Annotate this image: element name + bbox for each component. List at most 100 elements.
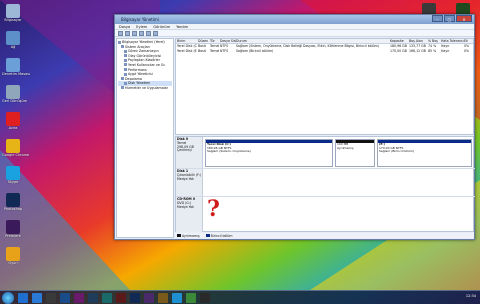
- menu-file[interactable]: Dosya: [119, 24, 130, 29]
- disk-info: CD-ROM 0 DVD (G:) Medya Yok: [176, 197, 203, 232]
- tree-node-icon: [124, 81, 127, 85]
- desktop-icon[interactable]: Photoshop: [2, 193, 24, 211]
- desktop-icon-label: Oyun: [8, 261, 18, 265]
- disk-status: Çevrimiçi: [177, 148, 192, 153]
- desktop-icon-label: Premiere: [5, 234, 21, 238]
- desktop-icon[interactable]: Avira: [2, 112, 24, 130]
- desktop-icon[interactable]: Premiere: [2, 220, 24, 238]
- refresh-icon[interactable]: [153, 30, 158, 36]
- partition-e[interactable]: (E:) 170,00 GB NTFS Sağlam (Birincil böl…: [377, 139, 472, 167]
- desktop-icon-label: Bilgisayar: [4, 18, 22, 22]
- partition-unallocated[interactable]: 100 MB Ayrılmamış: [335, 139, 375, 167]
- app-icon: [6, 31, 20, 45]
- legend-item: Ayrılmamış: [177, 234, 200, 238]
- start-button[interactable]: [2, 292, 14, 304]
- taskbar-app-icon[interactable]: [116, 293, 126, 303]
- tree-node-icon: [124, 49, 127, 53]
- taskbar-app-icon[interactable]: [102, 293, 112, 303]
- title-bar[interactable]: Bilgisayar Yönetimi – □ ✕: [115, 15, 474, 24]
- legend: Ayrılmamış Birincil bölüm: [175, 233, 474, 238]
- table-row[interactable]: Yerel Disk (E:) Basit Temel NTFS Sağlam (Bir…: [176, 49, 473, 54]
- table-cell: 166,12 GB: [409, 49, 426, 53]
- tree-item-label: Bilgisayar Yönetimi (Yerel): [122, 40, 165, 44]
- desktop-icon[interactable]: Google Chrome: [2, 139, 30, 157]
- desktop-icon-label: Google Chrome: [2, 153, 30, 157]
- tree-item-label: Yerel Kullanıcılar ve Gr.: [128, 62, 166, 67]
- taskbar-app-icon[interactable]: [158, 293, 168, 303]
- desktop-icon[interactable]: Bilgisayar: [2, 4, 24, 22]
- partition-c[interactable]: Yerel Disk (C:) 180,96 GB NTFS Sağlam (S…: [205, 139, 333, 167]
- taskbar-app-icon[interactable]: [130, 293, 140, 303]
- tree-item-label: Performans: [128, 67, 147, 72]
- navigation-tree: Bilgisayar Yönetimi (Yerel) Sistem Araçla…: [116, 38, 174, 238]
- disk-row[interactable]: CD-ROM 0 DVD (G:) Medya Yok: [176, 197, 475, 232]
- taskbar-app-icon[interactable]: [74, 293, 84, 303]
- app-icon: [6, 112, 20, 126]
- swatch-icon: [177, 234, 181, 237]
- taskbar-app-icon[interactable]: [186, 293, 196, 303]
- desktop-icon[interactable]: Denetim Masası: [2, 58, 30, 76]
- forward-icon[interactable]: [125, 30, 130, 36]
- disk-status: Medya Yok: [177, 204, 194, 209]
- taskbar-app-icon[interactable]: [46, 293, 56, 303]
- menu-action[interactable]: Eylem: [136, 24, 147, 29]
- minimize-button[interactable]: –: [432, 15, 443, 22]
- legend-label: Ayrılmamış: [182, 233, 200, 238]
- disk-status: Medya Yok: [177, 176, 194, 181]
- close-button[interactable]: ✕: [456, 15, 472, 22]
- tree-item-label: Hizmetler ve Uygulamalar: [125, 85, 169, 90]
- tree-item[interactable]: Hizmetler ve Uygulamalar: [118, 86, 172, 91]
- tree-item-label: Disk Yönetimi: [128, 81, 151, 86]
- table-cell: NTFS: [220, 49, 229, 53]
- app-icon: [6, 58, 20, 72]
- table-cell: Yerel Disk (E:): [177, 49, 197, 53]
- taskbar-app-icon[interactable]: [18, 293, 28, 303]
- computer-management-window[interactable]: Bilgisayar Yönetimi – □ ✕ Dosya Eylem Gö…: [114, 14, 475, 240]
- app-icon: [6, 4, 20, 18]
- tree-node-icon: [121, 45, 124, 49]
- desktop-icon[interactable]: Oyun: [2, 247, 24, 265]
- taskbar-app-icon[interactable]: [172, 293, 182, 303]
- help-icon[interactable]: [146, 30, 151, 36]
- back-icon[interactable]: [118, 30, 123, 36]
- legend-label: Birincil bölüm: [210, 233, 233, 238]
- app-icon: [6, 166, 20, 180]
- menu-view[interactable]: Görünüm: [153, 24, 170, 29]
- taskbar-app-icon[interactable]: [144, 293, 154, 303]
- taskbar-app-icon[interactable]: [88, 293, 98, 303]
- partition-status: Ayrılmamış: [337, 146, 354, 150]
- app-icon: [6, 193, 20, 207]
- tree-item-label: Olay Görüntüleyicisi: [128, 53, 162, 58]
- tree-item-label: Sistem Araçları: [125, 44, 150, 49]
- menu-help[interactable]: Yardım: [176, 24, 188, 29]
- taskbar-app-icon[interactable]: [32, 293, 42, 303]
- desktop-icon[interactable]: Skype: [2, 166, 24, 184]
- partition-status: Sağlam (Sistem, Önyükleme): [207, 150, 251, 154]
- tree-item-label: Görev Zamanlayıcı: [128, 49, 160, 54]
- desktop-icon[interactable]: Geri Dönüşüm: [2, 85, 28, 103]
- tree-node-icon: [124, 63, 127, 67]
- taskbar-app-icon[interactable]: [200, 293, 210, 303]
- desktop-icon[interactable]: Ağ: [2, 31, 24, 49]
- window-title: Bilgisayar Yönetimi: [121, 17, 159, 22]
- app-icon: [6, 139, 20, 153]
- tree-node-icon: [124, 68, 127, 72]
- maximize-button[interactable]: □: [444, 15, 455, 22]
- clock[interactable]: 12:34: [466, 294, 476, 298]
- disk-map: Disk 0 Temel 298,09 GB Çevrimiçi Yerel D…: [175, 136, 475, 232]
- up-icon[interactable]: [132, 30, 137, 36]
- tree-node-icon: [121, 86, 124, 90]
- tree-item-label: Aygıt Yöneticisi: [128, 72, 153, 77]
- desktop-icon-label: Ağ: [10, 45, 16, 49]
- tree-node-icon: [121, 77, 124, 81]
- disk-info: Disk 0 Temel 298,09 GB Çevrimiçi: [176, 137, 203, 168]
- table-cell: 170,00 GB: [390, 49, 407, 53]
- disk-row[interactable]: Disk 1 Çıkarılabilir (F:) Medya Yok ?: [176, 169, 475, 222]
- properties-icon[interactable]: [139, 30, 144, 36]
- taskbar-app-icon[interactable]: [60, 293, 70, 303]
- disk-row[interactable]: Disk 0 Temel 298,09 GB Çevrimiçi Yerel D…: [176, 137, 475, 169]
- desktop-icon-label: Geri Dönüşüm: [2, 99, 28, 103]
- legend-item: Birincil bölüm: [205, 233, 233, 238]
- table-cell: 85 %: [428, 49, 437, 53]
- table-cell: Basit: [198, 49, 206, 53]
